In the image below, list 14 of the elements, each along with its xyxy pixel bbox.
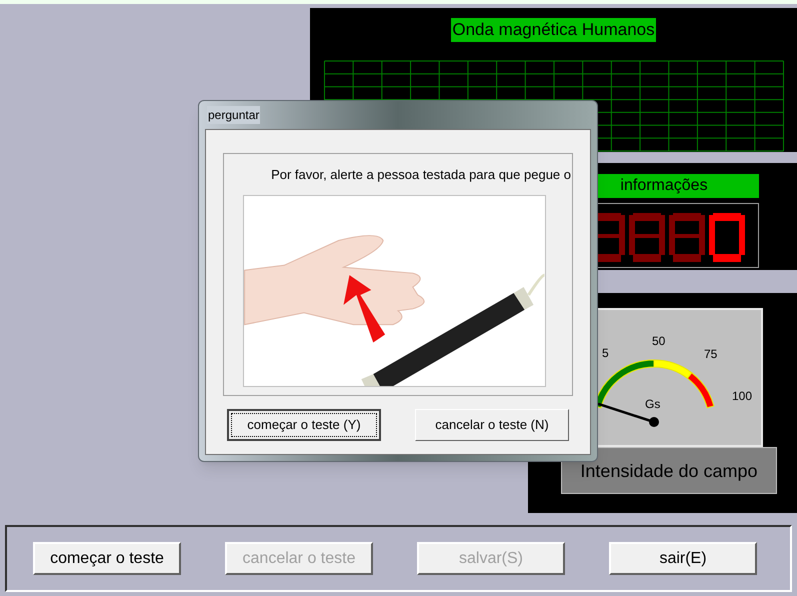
gauge-caption: Intensidade do campo [561, 447, 777, 494]
needle-pivot [649, 417, 659, 427]
toolbar-button[interactable]: começar o teste [33, 542, 181, 575]
scale-label: 75 [704, 347, 718, 361]
dialog-button[interactable]: cancelar o teste (N) [415, 409, 569, 441]
toolbar-button[interactable]: sair(E) [609, 542, 757, 575]
dialog-message: Por favor, alerte a pessoa testada para que pegue o [271, 167, 571, 183]
scale-label: 100 [732, 389, 752, 403]
unit-label: Gs [645, 397, 660, 411]
dialog-title: perguntar [207, 106, 260, 124]
dialog-button[interactable]: começar o teste (Y) [227, 409, 381, 441]
scale-label: 5 [602, 346, 609, 360]
graph-title: Onda magnética Humanos [451, 18, 656, 42]
scale-label: 50 [652, 334, 666, 348]
